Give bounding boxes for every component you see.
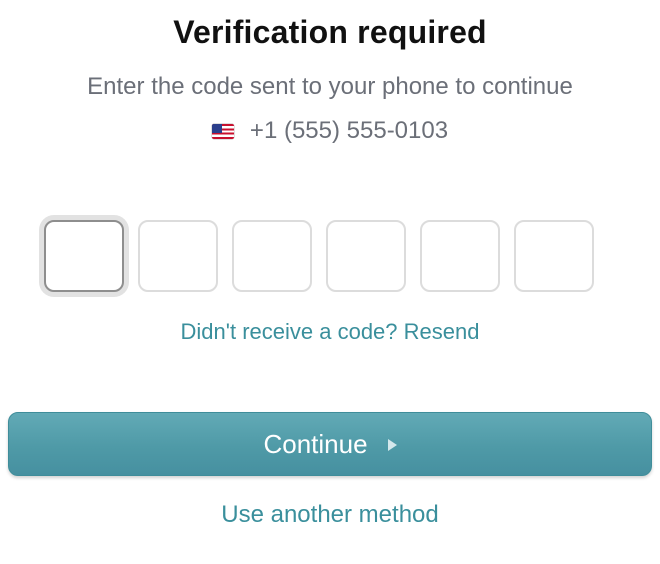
use-another-method-link[interactable]: Use another method xyxy=(0,501,660,529)
continue-button[interactable]: Continue xyxy=(8,412,652,476)
instruction-text: Enter the code sent to your phone to con… xyxy=(87,73,573,100)
page-title: Verification required xyxy=(173,14,487,50)
code-digit-1-input[interactable] xyxy=(44,220,124,292)
continue-button-label: Continue xyxy=(263,428,368,459)
phone-number: +1 (555) 555-0103 xyxy=(249,117,449,144)
code-digit-3-input[interactable] xyxy=(232,220,312,292)
code-digit-5-input[interactable] xyxy=(420,220,500,292)
code-digit-2-input[interactable] xyxy=(138,220,218,292)
code-digit-4-input[interactable] xyxy=(326,220,406,292)
us-flag-icon xyxy=(211,124,234,139)
play-arrow-icon xyxy=(387,438,397,451)
code-digit-6-input[interactable] xyxy=(514,220,594,292)
verification-code-input-group xyxy=(44,220,594,292)
phone-display: +1 (555) 555-0103 xyxy=(0,117,660,145)
resend-code-link[interactable]: Didn't receive a code? Resend xyxy=(0,319,660,345)
